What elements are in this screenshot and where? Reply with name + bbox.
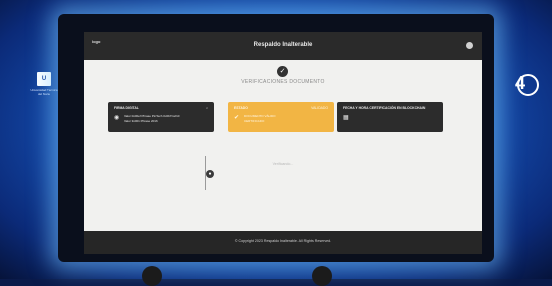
signature-card[interactable]: FIRMA DIGITAL ⌕ ◉ Valor 0x00ef Phrase Pi… [108,102,214,132]
card-label: ESTADO [234,106,248,110]
institution-logo-text: Universidad Técnica del Norte [30,88,58,96]
calendar-icon: ▦ [343,115,349,121]
card-line: DOCUMENTO VÁLIDO [244,114,276,118]
status-card[interactable]: ESTADO VALIDADO ✔ DOCUMENTO VÁLIDO CERTI… [228,102,334,132]
anniversary-logo: 4 [505,70,539,96]
timeline-node-icon[interactable]: ● [206,170,214,178]
left-institution-logo: U Universidad Técnica del Norte [30,72,58,96]
anniversary-ring-icon [517,74,539,96]
timestamp-card[interactable]: FECHA Y HORA CERTIFICACIÓN EN BLOCKCHAIN… [337,102,443,132]
search-icon[interactable]: ⌕ [206,106,208,110]
audience-head [312,266,332,286]
card-label: FIRMA DIGITAL [114,106,139,110]
loading-text: Verificando... [272,162,294,166]
user-avatar[interactable] [466,42,473,49]
section-subtitle: VERIFICACIONES DOCUMENTO [241,79,325,85]
card-line: Valor 3x001 Phrase 2016 [124,119,158,123]
fingerprint-icon: ◉ [114,115,120,121]
card-line: CERTIFICADO [244,119,265,123]
check-icon: ✔ [234,115,240,121]
check-circle-icon: ✓ [277,66,288,77]
page-title: Respaldo Inalterable [253,42,313,48]
footer: © Copyright 2023 Respaldo Inalterable. A… [84,231,482,254]
audience-head [142,266,162,286]
status-badge: VALIDADO [311,106,328,110]
card-label: FECHA Y HORA CERTIFICACIÓN EN BLOCKCHAIN [343,106,426,110]
top-bar: logo Respaldo Inalterable [84,32,482,60]
app-screen: logo Respaldo Inalterable ✓ VERIFICACION… [84,32,482,254]
audience-silhouettes [140,262,420,286]
institution-emblem-icon: U [37,72,51,86]
copyright-text: © Copyright 2023 Respaldo Inalterable. A… [234,239,332,243]
card-line: Valor 0x00ef Phrase PinTech 0x0b7Cef10 [124,114,180,118]
